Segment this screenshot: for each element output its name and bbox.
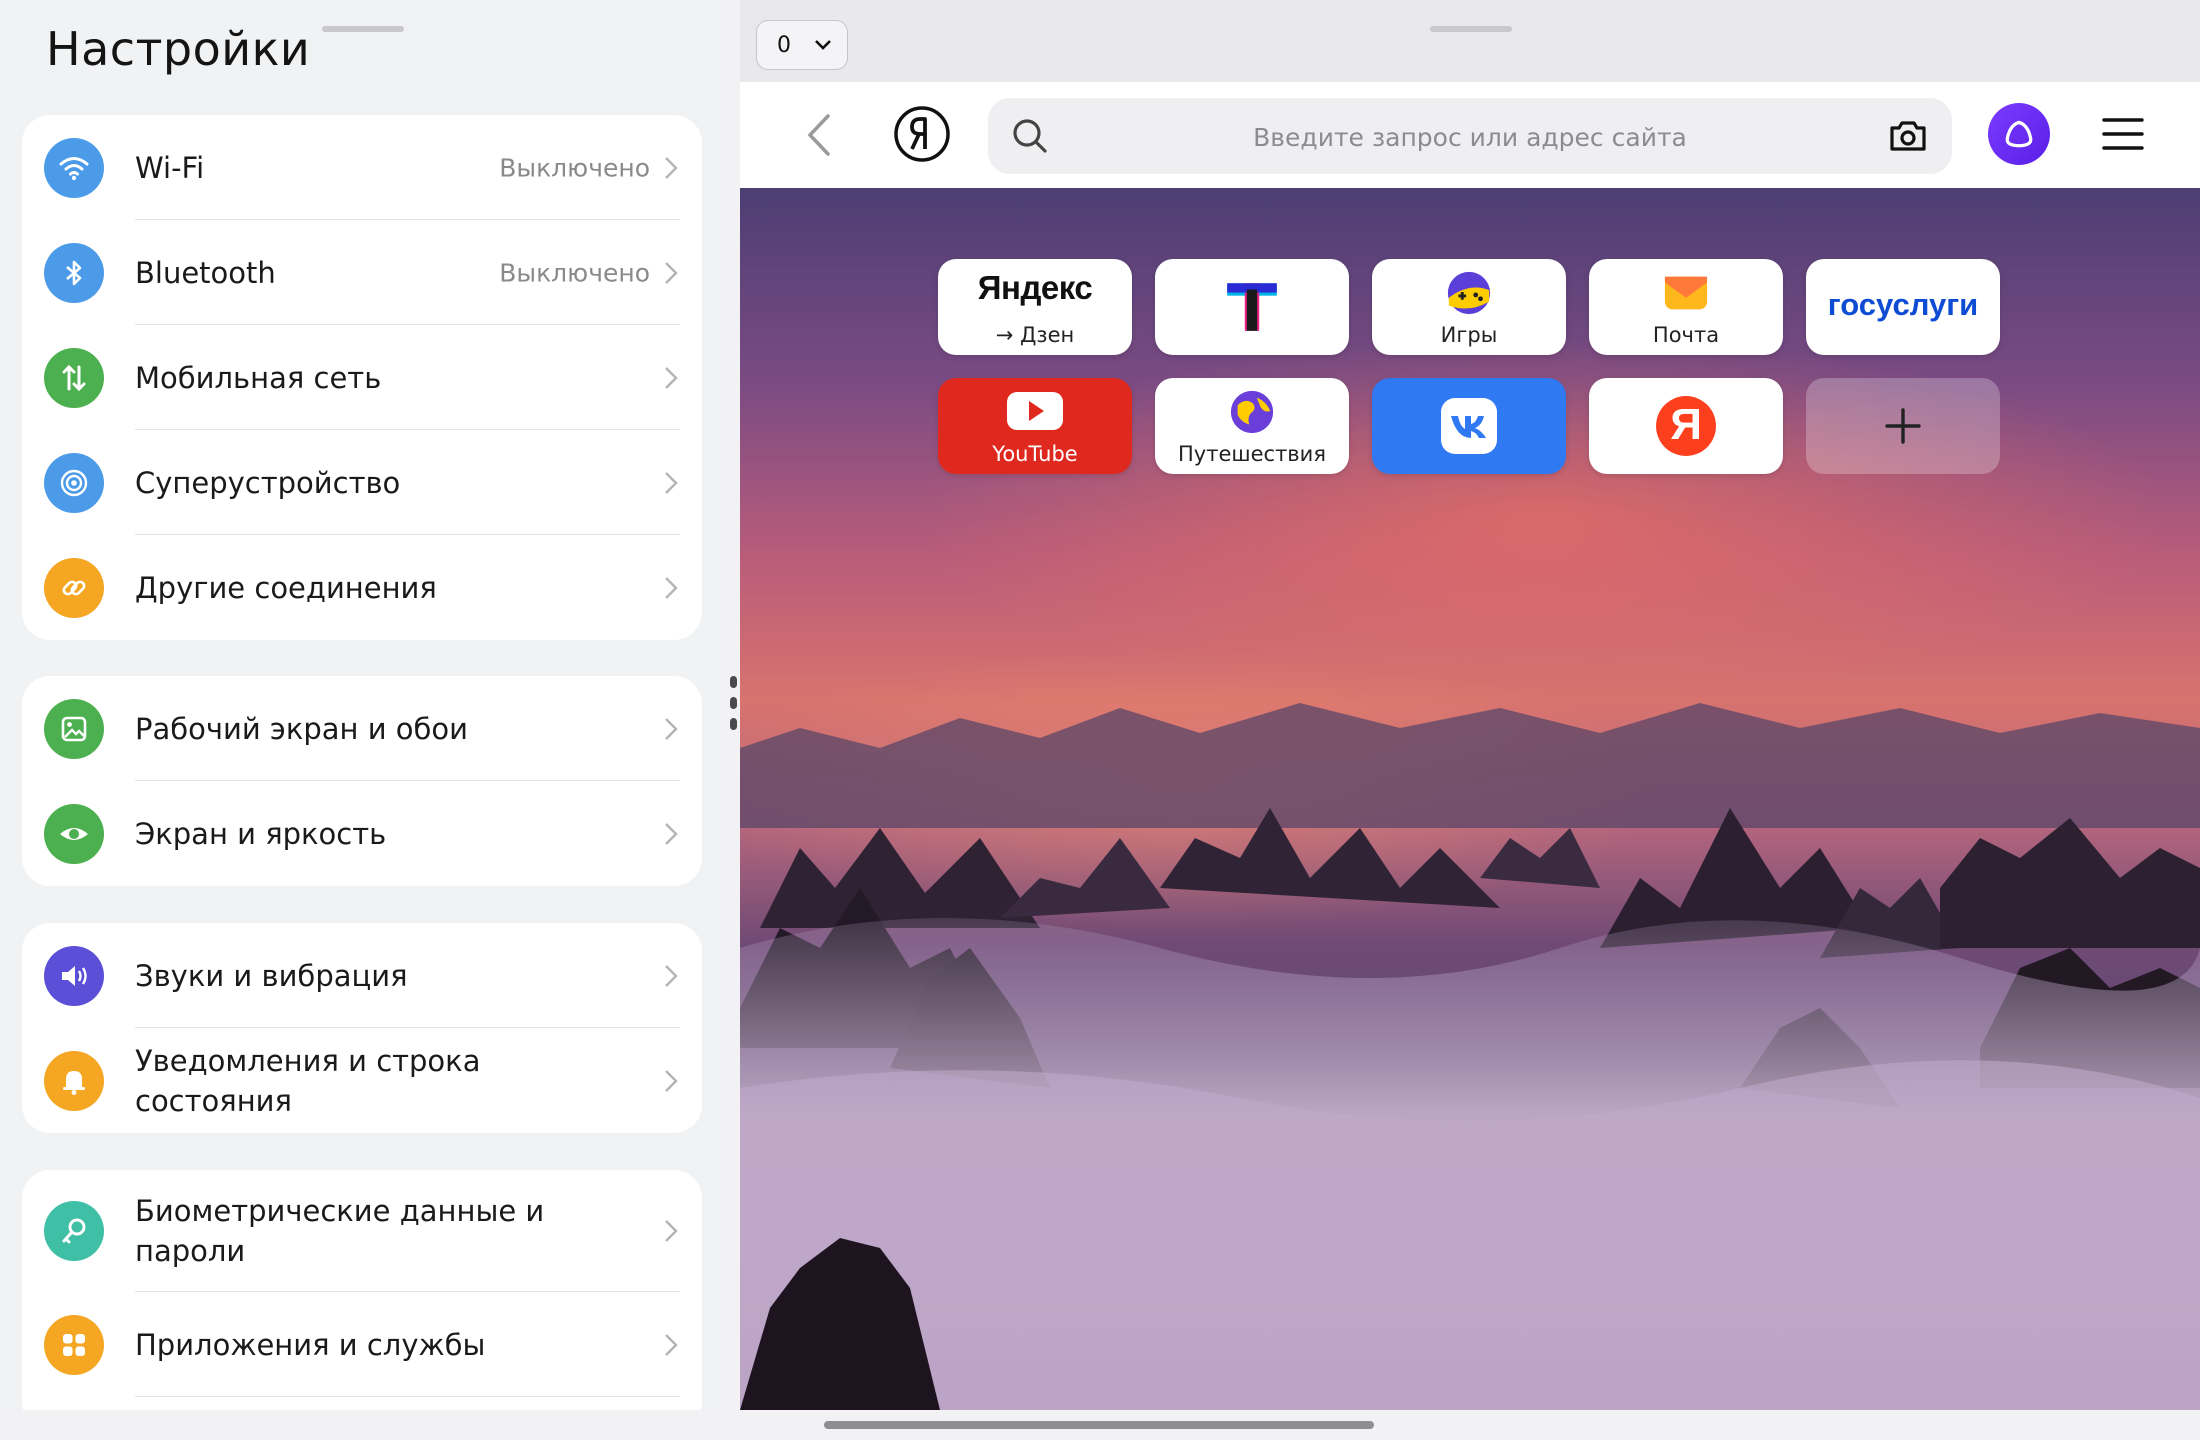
hamburger-menu-icon[interactable] — [2102, 116, 2144, 152]
search-bar[interactable] — [988, 98, 1952, 174]
tile-yandex-zen[interactable]: Яндекс → Дзен — [938, 259, 1132, 355]
settings-pane: Настройки Wi-Fi Выключено Bluetooth Выкл… — [0, 0, 726, 1410]
settings-item-home-screen[interactable]: Рабочий экран и обои — [22, 676, 702, 781]
browser-pane: 0 Введите запрос или адрес сайта Яндекс … — [740, 0, 2200, 1410]
tile-travel[interactable]: Путешествия — [1155, 378, 1349, 474]
new-tab-page: Яндекс → Дзен T Игры — [740, 188, 2200, 1410]
eye-icon — [44, 803, 104, 864]
gosuslugi-wordmark: госуслуги — [1827, 287, 1979, 322]
browser-drag-handle[interactable] — [1430, 26, 1512, 32]
wifi-icon — [44, 137, 104, 198]
globe-icon — [1230, 390, 1274, 434]
settings-group-connections: Wi-Fi Выключено Bluetooth Выключено Моби… — [22, 115, 702, 640]
settings-item-label: Уведомления и строка состояния — [135, 1043, 481, 1118]
tile-label: Почта — [1652, 323, 1720, 347]
chevron-right-icon — [665, 964, 678, 987]
chevron-right-icon — [665, 717, 678, 740]
tile-label: → Дзен — [995, 323, 1075, 347]
tile-label: YouTube — [992, 442, 1078, 466]
tile-t-journal[interactable]: T — [1155, 259, 1349, 355]
yandex-letter: Я — [1670, 400, 1702, 449]
chevron-right-icon — [665, 156, 678, 179]
mountain-sunset-background — [740, 703, 2200, 1410]
tab-counter-button[interactable]: 0 — [756, 20, 848, 70]
tile-gosuslugi[interactable]: госуслуги — [1806, 259, 2000, 355]
chevron-down-icon — [815, 40, 831, 50]
tile-vk[interactable] — [1372, 378, 1566, 474]
divider — [135, 1395, 680, 1397]
chevron-right-icon — [665, 822, 678, 845]
settings-item-other-connections[interactable]: Другие соединения — [22, 535, 702, 640]
tile-yandex[interactable]: Я — [1589, 378, 1783, 474]
tile-label: Игры — [1440, 323, 1498, 347]
tile-label: Путешествия — [1178, 442, 1326, 466]
super-device-icon — [44, 452, 104, 513]
mobile-data-icon — [44, 347, 104, 408]
tile-youtube[interactable]: YouTube — [938, 378, 1132, 474]
vk-logo-icon — [1441, 398, 1497, 454]
plus-icon — [1885, 408, 1921, 444]
chevron-right-icon — [665, 261, 678, 284]
settings-item-display-brightness[interactable]: Экран и яркость — [22, 781, 702, 886]
home-indicator[interactable] — [824, 1421, 1374, 1429]
alice-assistant-button[interactable] — [1988, 103, 2050, 165]
settings-item-value: Выключено — [499, 258, 650, 287]
bluetooth-icon — [44, 242, 104, 303]
settings-item-wifi[interactable]: Wi-Fi Выключено — [22, 115, 702, 220]
tile-mail[interactable]: Почта — [1589, 259, 1783, 355]
search-icon — [1013, 119, 1047, 153]
camera-search-icon[interactable] — [1886, 114, 1930, 158]
settings-item-super-device[interactable]: Суперустройство — [22, 430, 702, 535]
settings-item-bluetooth[interactable]: Bluetooth Выключено — [22, 220, 702, 325]
tile-games[interactable]: Игры — [1372, 259, 1566, 355]
chevron-right-icon — [665, 1220, 678, 1242]
settings-item-label: Другие соединения — [135, 570, 437, 605]
settings-item-label: Рабочий экран и обои — [135, 711, 469, 746]
chevron-right-icon — [665, 366, 678, 389]
chevron-right-icon — [665, 576, 678, 599]
browser-toolbar — [740, 82, 2200, 189]
alice-icon — [2005, 120, 2033, 148]
mail-envelope-icon — [1664, 276, 1708, 310]
apps-icon — [44, 1314, 104, 1375]
settings-drag-handle[interactable] — [322, 26, 404, 32]
settings-group-security: Биометрические данные и пароли Приложени… — [22, 1170, 702, 1410]
settings-item-notifications[interactable]: Уведомления и строка состояния — [22, 1028, 702, 1133]
add-tile-button[interactable] — [1806, 378, 2000, 474]
tab-count: 0 — [777, 32, 791, 58]
wallpaper-icon — [44, 698, 104, 759]
key-icon — [44, 1201, 104, 1261]
settings-item-biometrics[interactable]: Биометрические данные и пароли — [22, 1170, 702, 1292]
settings-group-sound: Звуки и вибрация Уведомления и строка со… — [22, 923, 702, 1133]
settings-item-label: Экран и яркость — [135, 816, 387, 851]
settings-item-mobile-network[interactable]: Мобильная сеть — [22, 325, 702, 430]
split-view-handle[interactable] — [726, 676, 740, 732]
settings-item-value: Выключено — [499, 153, 650, 182]
settings-item-sounds[interactable]: Звуки и вибрация — [22, 923, 702, 1028]
chevron-right-icon — [665, 471, 678, 494]
yandex-logo-icon[interactable] — [892, 104, 952, 164]
settings-group-display: Рабочий экран и обои Экран и яркость — [22, 676, 702, 886]
settings-item-label: Биометрические данные и пароли — [135, 1194, 545, 1268]
yandex-wordmark: Яндекс — [977, 269, 1093, 306]
search-input[interactable] — [1068, 112, 1872, 162]
settings-item-label: Звуки и вибрация — [135, 958, 408, 993]
t-logo-icon — [1227, 283, 1277, 331]
chevron-right-icon — [665, 1069, 678, 1092]
youtube-play-icon — [1007, 392, 1063, 430]
speaker-icon — [44, 945, 104, 1006]
settings-item-label: Суперустройство — [135, 465, 401, 500]
bell-icon — [44, 1050, 104, 1111]
settings-item-apps[interactable]: Приложения и службы — [22, 1292, 702, 1397]
chevron-right-icon — [665, 1333, 678, 1356]
link-icon — [44, 557, 104, 618]
settings-item-label: Приложения и службы — [135, 1327, 486, 1362]
games-icon — [1447, 271, 1491, 315]
back-arrow-icon[interactable] — [800, 108, 840, 162]
settings-item-label: Мобильная сеть — [135, 360, 382, 395]
page-title: Настройки — [46, 22, 311, 76]
